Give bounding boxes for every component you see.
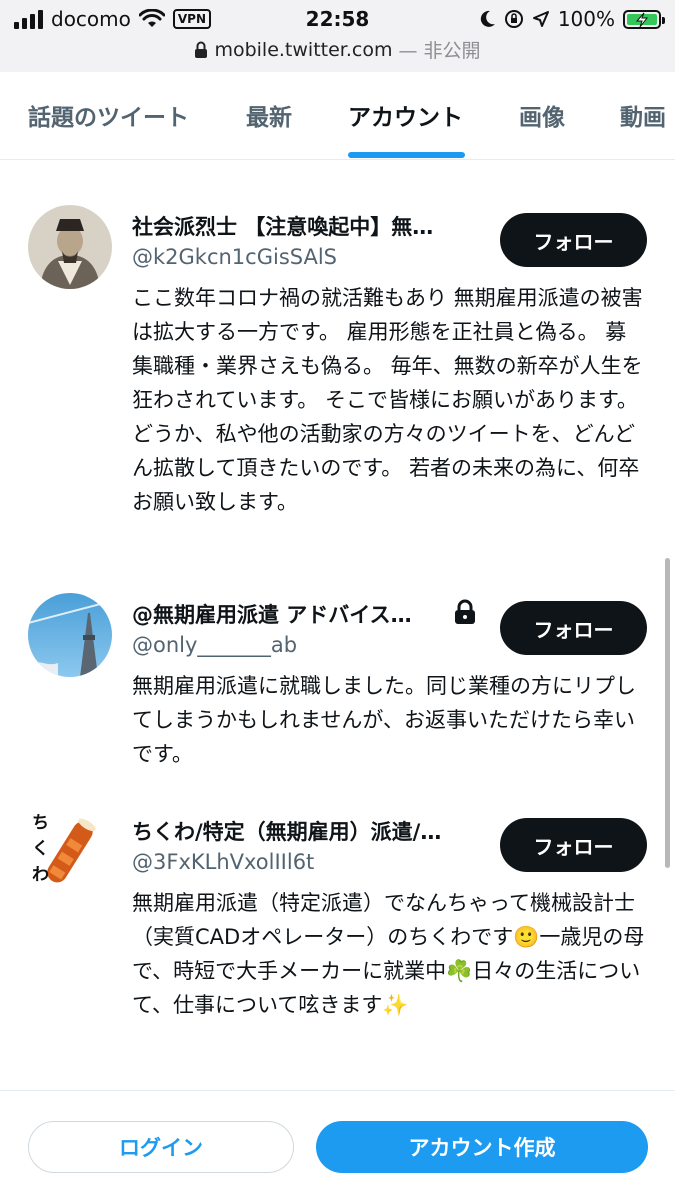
bottom-bar: ログイン アカウント作成 (0, 1090, 675, 1200)
padlock-icon (195, 41, 208, 58)
account-handle[interactable]: @k2Gkcn1cGisSAlS (132, 245, 337, 269)
signup-button[interactable]: アカウント作成 (316, 1121, 648, 1173)
status-bar: docomo VPN 22:58 100% (0, 0, 675, 38)
active-tab-indicator (348, 152, 465, 158)
follow-button[interactable]: フォロー (500, 601, 647, 655)
avatar-text: ちくわ (32, 813, 49, 885)
tab-videos[interactable]: 動画 (620, 98, 666, 132)
follow-button[interactable]: フォロー (500, 213, 647, 267)
tab-top-tweets[interactable]: 話題のツイート (28, 98, 189, 132)
account-bio: 無期雇用派遣（特定派遣）でなんちゃって機械設計士（実質CADオペレーター）のちく… (132, 891, 645, 1017)
scrollbar[interactable] (665, 558, 670, 868)
battery-icon (623, 9, 665, 29)
url-host: mobile.twitter.com (214, 38, 393, 61)
private-mode-label: — 非公開 (398, 40, 481, 62)
account-bio: 無期雇用派遣に就職しました。同じ業種の方にリプしてしまうかもしれませんが、お返事… (132, 674, 636, 766)
moon-icon (480, 10, 495, 27)
avatar[interactable] (28, 593, 112, 677)
battery-percent: 100% (557, 7, 615, 31)
charging-bolt-icon (635, 12, 649, 27)
browser-chrome: docomo VPN 22:58 100% mobile.twitter.com… (0, 0, 675, 72)
url-bar[interactable]: mobile.twitter.com — 非公開 (0, 36, 675, 66)
tab-images[interactable]: 画像 (519, 98, 565, 132)
rotation-lock-icon (504, 10, 523, 28)
tab-accounts[interactable]: アカウント (348, 98, 463, 132)
account-name[interactable]: ちくわ/特定（無期雇用）派遣/… (132, 816, 441, 846)
account-handle[interactable]: @3FxKLhVxolIIl6t (132, 850, 314, 874)
account-name[interactable]: @無期雇用派遣 アドバイス… (132, 599, 412, 629)
login-button[interactable]: ログイン (28, 1121, 294, 1173)
location-arrow-icon (532, 11, 549, 27)
status-right: 100% (478, 6, 665, 32)
tab-latest[interactable]: 最新 (246, 98, 292, 132)
avatar[interactable]: ちくわ (28, 810, 112, 894)
account-handle[interactable]: @only_______ab (132, 633, 297, 657)
account-name[interactable]: 社会派烈士 【注意喚起中】無… (132, 211, 433, 241)
avatar[interactable] (28, 205, 112, 289)
follow-button[interactable]: フォロー (500, 818, 647, 872)
search-tabs: 話題のツイート 最新 アカウント 画像 動画 (0, 72, 675, 160)
account-bio: ここ数年コロナ禍の就活難もあり 無期雇用派遣の被害は拡大する一方です。 雇用形態… (132, 286, 643, 514)
protected-lock-icon (455, 599, 475, 624)
